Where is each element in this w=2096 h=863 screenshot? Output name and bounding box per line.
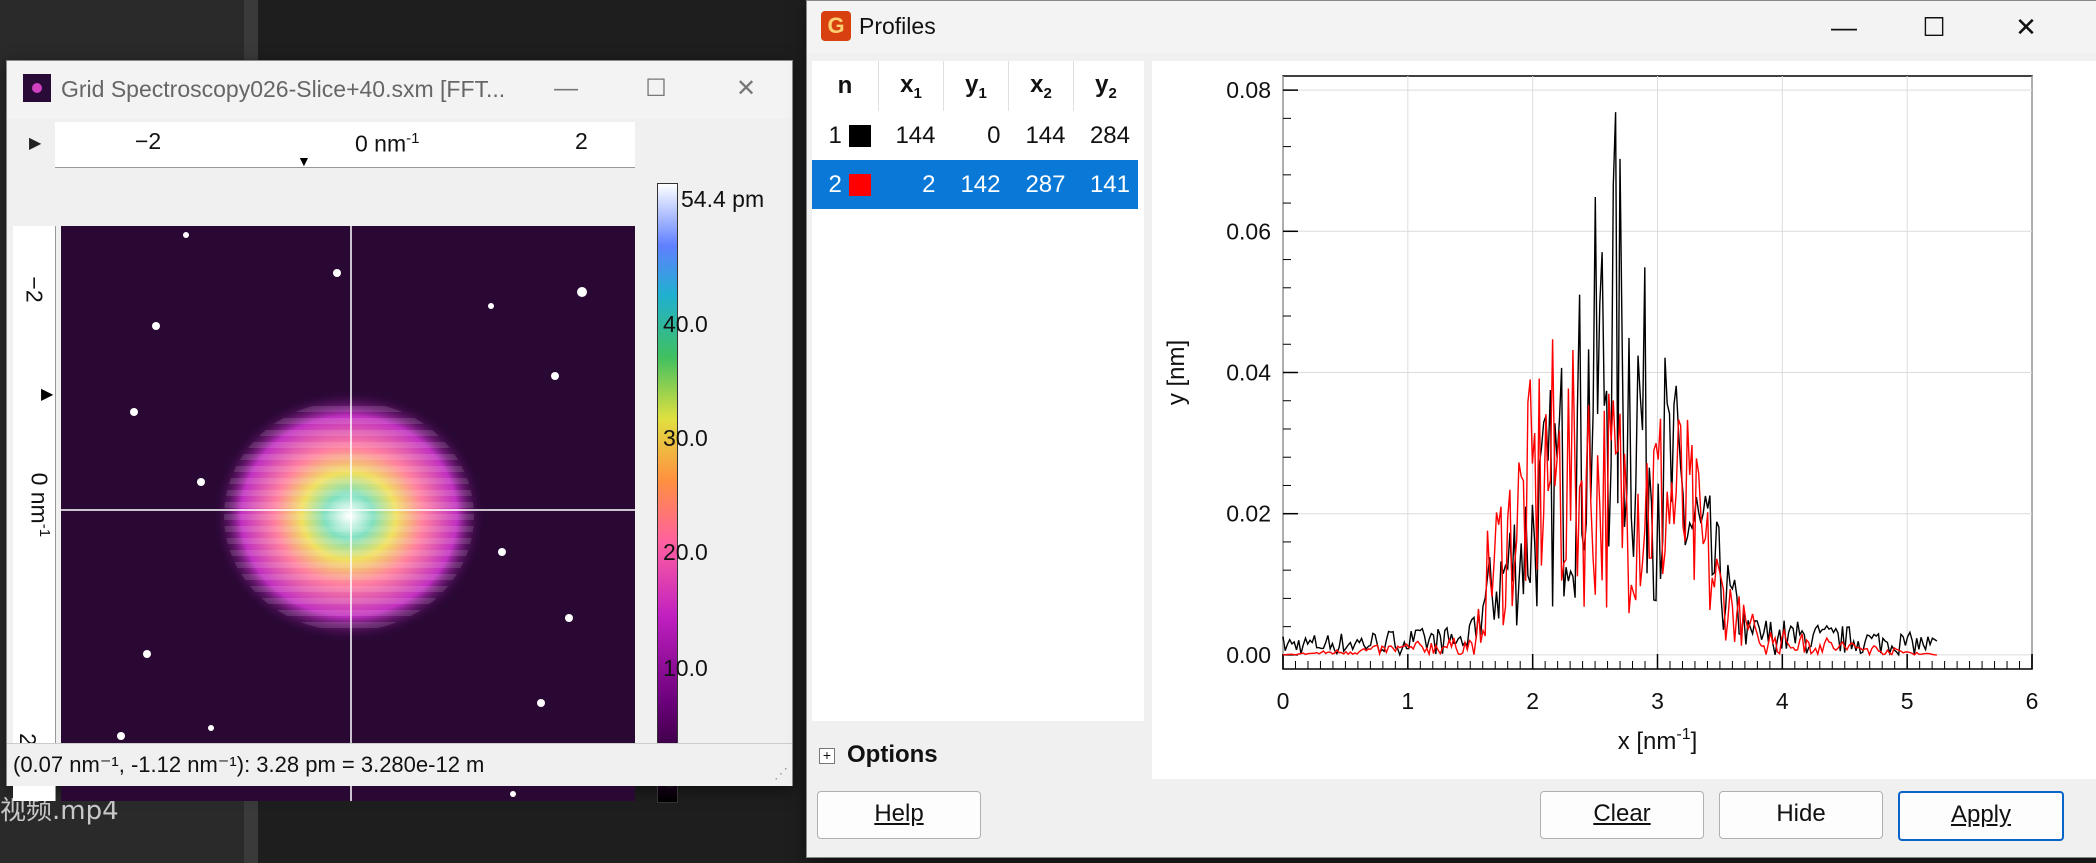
y-axis-label: y [nm]: [1163, 340, 1190, 405]
hruler-neg-label: −2: [135, 128, 162, 154]
x-axis-label: x [nm-1]: [1618, 726, 1698, 755]
color-swatch[interactable]: [848, 125, 871, 148]
clear-button[interactable]: Clear: [1540, 791, 1704, 839]
x-tick-label: 6: [2026, 688, 2039, 714]
colorbar-max-label: 54.4 pm: [681, 186, 765, 212]
maximize-button[interactable]: ☐: [1911, 5, 1957, 49]
horizontal-ruler: −2 0 nm-1 2: [55, 122, 635, 168]
minimize-button[interactable]: —: [1821, 5, 1867, 49]
row-x2-cell: 287: [1008, 160, 1074, 209]
fft-image[interactable]: [61, 226, 635, 801]
image-window-title: Grid Spectroscopy026-Slice+40.sxm [FFT..…: [61, 76, 506, 102]
help-button[interactable]: Help: [817, 791, 981, 839]
profiles-window[interactable]: G Profiles — ☐ ✕ n x1 y1 x2 y2 1 144 0 1…: [806, 0, 2096, 858]
close-button[interactable]: ✕: [2003, 5, 2049, 49]
ruler-expand-icon[interactable]: ▶: [29, 133, 41, 153]
colorbar: [657, 183, 678, 803]
close-button[interactable]: ✕: [723, 69, 769, 109]
app-icon: [23, 74, 51, 102]
colorbar-tick-30: 30.0: [663, 425, 708, 451]
hruler-pos-label: 2: [575, 128, 588, 154]
profiles-table: n x1 y1 x2 y2 1 144 0 144 284 2 2 142 28…: [812, 61, 1138, 209]
col-header-x2[interactable]: x2: [1008, 61, 1074, 111]
row-x2-cell: 144: [1025, 121, 1066, 149]
image-window[interactable]: Grid Spectroscopy026-Slice+40.sxm [FFT..…: [6, 60, 793, 803]
vruler-neg-label: −2: [21, 276, 48, 303]
vruler-marker-icon[interactable]: ▶: [41, 384, 53, 404]
hide-button[interactable]: Hide: [1719, 791, 1883, 839]
hruler-zero-label: 0 nm-1: [355, 130, 420, 157]
color-swatch[interactable]: [848, 174, 871, 197]
row-y1-cell: 0: [987, 121, 1001, 149]
vertical-ruler: −2 0 nm-1 2: [13, 226, 56, 801]
profiles-window-titlebar[interactable]: G Profiles — ☐ ✕: [807, 1, 2096, 53]
row-n-cell: 1: [812, 111, 879, 160]
status-bar: (0.07 nm⁻¹, -1.12 nm⁻¹): 3.28 pm = 3.280…: [7, 743, 792, 786]
row-y1-cell: 142: [943, 160, 1009, 209]
image-window-titlebar[interactable]: Grid Spectroscopy026-Slice+40.sxm [FFT..…: [7, 61, 792, 119]
expand-plus-icon[interactable]: +: [819, 747, 835, 764]
profiles-table-panel: n x1 y1 x2 y2 1 144 0 144 284 2 2 142 28…: [812, 61, 1144, 721]
resize-grip-icon[interactable]: ⋰: [774, 765, 788, 782]
maximize-button[interactable]: ☐: [633, 69, 679, 109]
profile-chart[interactable]: 0 1 2 3 4 5 6 0.00 0.02 0.04 0.06 0.08 x [nm-1] y [nm…: [1152, 61, 2096, 779]
col-header-y2[interactable]: y2: [1074, 61, 1139, 111]
x-tick-label: 4: [1776, 688, 1789, 714]
col-header-n[interactable]: n: [812, 61, 879, 111]
y-tick-label: 0.02: [1226, 501, 1271, 527]
profiles-window-title: Profiles: [859, 13, 936, 39]
graph-panel: 0 1 2 3 4 5 6 0.00 0.02 0.04 0.06 0.08 x [nm-1] y [nm…: [1152, 61, 2096, 779]
y-tick-label: 0.06: [1226, 218, 1271, 244]
colorbar-tick-40: 40.0: [663, 311, 708, 337]
options-expander[interactable]: + Options: [819, 741, 938, 769]
y-tick-label: 0.00: [1226, 642, 1271, 668]
vruler-zero-label: 0 nm-1: [26, 472, 54, 538]
row-x1-cell: 2: [878, 160, 944, 209]
x-tick-label: 1: [1401, 688, 1414, 714]
table-row[interactable]: 1 144 0 144 284: [812, 111, 1138, 160]
row-y2-cell: 141: [1073, 160, 1138, 209]
colorbar-tick-20: 20.0: [663, 539, 708, 565]
status-text: (0.07 nm⁻¹, -1.12 nm⁻¹): 3.28 pm = 3.280…: [13, 752, 485, 777]
x-tick-label: 3: [1651, 688, 1664, 714]
y-tick-label: 0.08: [1226, 77, 1271, 103]
x-tick-label: 5: [1901, 688, 1914, 714]
minimize-button[interactable]: —: [543, 69, 589, 109]
y-tick-label: 0.04: [1226, 360, 1271, 386]
colorbar-tick-10: 10.0: [663, 655, 708, 681]
row-y2-cell: 284: [1089, 121, 1130, 149]
hruler-marker-icon[interactable]: ▼: [297, 153, 311, 169]
x-tick-label: 0: [1277, 688, 1290, 714]
x-tick-label: 2: [1526, 688, 1539, 714]
apply-button[interactable]: Apply: [1898, 791, 2064, 841]
row-n-cell: 2: [812, 160, 879, 209]
gwyddion-icon: G: [821, 11, 851, 41]
row-x1-cell: 144: [895, 121, 936, 149]
col-header-x1[interactable]: x1: [878, 61, 944, 111]
table-row-selected[interactable]: 2 2 142 287 141: [812, 160, 1138, 209]
col-header-y1[interactable]: y1: [943, 61, 1009, 111]
